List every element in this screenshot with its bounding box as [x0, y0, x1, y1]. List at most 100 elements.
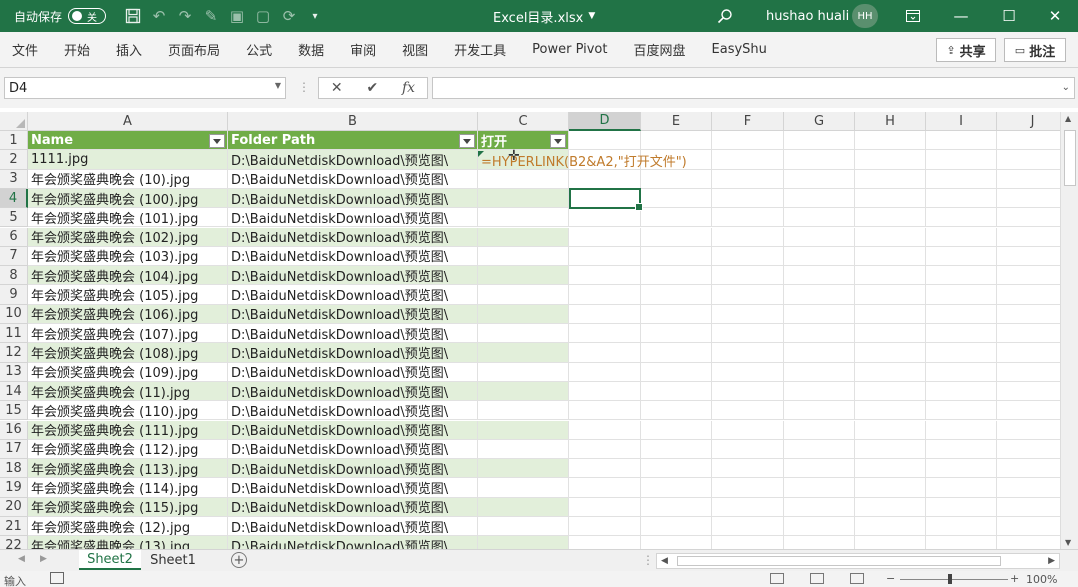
grid-cell[interactable] [569, 169, 641, 189]
grid-cell[interactable] [855, 536, 926, 549]
row-header[interactable]: 18 [0, 459, 28, 479]
grid-cell[interactable] [641, 497, 712, 517]
add-sheet-icon[interactable]: + [231, 552, 247, 568]
grid-cell[interactable] [997, 131, 1060, 151]
table-cell-open[interactable] [478, 188, 569, 209]
grid-cell[interactable] [855, 169, 926, 189]
sheet-tab-sheet2[interactable]: Sheet2 [79, 550, 141, 570]
column-header-d[interactable]: D [569, 112, 641, 131]
row-header[interactable]: 4 [0, 188, 28, 209]
grid-cell[interactable] [855, 439, 926, 460]
grid-cell[interactable] [855, 362, 926, 382]
grid-cell[interactable] [997, 247, 1060, 267]
grid-cell[interactable] [855, 324, 926, 344]
row-header[interactable]: 2 [0, 150, 28, 170]
tab-power-pivot[interactable]: Power Pivot [519, 32, 620, 68]
grid-cell[interactable] [997, 324, 1060, 344]
grid-cell[interactable] [784, 266, 855, 286]
grid-cell[interactable] [997, 536, 1060, 549]
macro-record-icon[interactable] [50, 572, 64, 584]
table-cell-name[interactable]: 1111.jpg [28, 150, 228, 170]
row-header[interactable]: 21 [0, 517, 28, 537]
grid-cell[interactable] [712, 266, 784, 286]
grid-cell[interactable] [997, 440, 1060, 460]
row-header[interactable]: 6 [0, 227, 28, 247]
grid-cell[interactable] [641, 517, 712, 537]
grid-cell[interactable] [641, 439, 712, 460]
grid-cell[interactable] [997, 266, 1060, 286]
table-cell-name[interactable]: 年会颁奖盛典晚会 (112).jpg [28, 439, 228, 460]
zoom-in-icon[interactable]: + [1010, 572, 1019, 585]
close-icon[interactable]: ✕ [1032, 0, 1078, 32]
grid-cell[interactable] [641, 169, 712, 189]
horizontal-scrollbar[interactable]: ◀ ▶ [656, 553, 1060, 569]
page-layout-view-icon[interactable] [810, 573, 824, 584]
zoom-out-icon[interactable]: − [886, 572, 895, 585]
row-header[interactable]: 8 [0, 266, 28, 286]
row-header[interactable]: 11 [0, 324, 28, 344]
column-header-b[interactable]: B [228, 112, 478, 131]
grid-cell[interactable] [784, 343, 855, 363]
tab-data[interactable]: 数据 [285, 32, 337, 68]
grid-cell[interactable] [712, 131, 784, 151]
row-header[interactable]: 16 [0, 420, 28, 440]
table-cell-path[interactable]: D:\BaiduNetdiskDownload\预览图\ [228, 227, 478, 247]
grid-cell[interactable] [712, 188, 784, 209]
row-header[interactable]: 22 [0, 536, 28, 549]
grid-cell[interactable] [712, 439, 784, 460]
grid-cell[interactable] [855, 246, 926, 267]
table-cell-name[interactable]: 年会颁奖盛典晚会 (10).jpg [28, 169, 228, 189]
row-header[interactable]: 1 [0, 131, 28, 151]
grid-cell[interactable] [997, 208, 1060, 228]
table-cell-name[interactable]: 年会颁奖盛典晚会 (111).jpg [28, 420, 228, 440]
maximize-icon[interactable]: ☐ [986, 0, 1032, 32]
tab-page-layout[interactable]: 页面布局 [155, 32, 233, 68]
row-header[interactable]: 20 [0, 497, 28, 517]
table-cell-open[interactable] [478, 227, 569, 247]
grid-cell[interactable] [641, 304, 712, 324]
grid-cell[interactable] [855, 478, 926, 498]
grid-cell[interactable] [784, 381, 855, 402]
table-cell-open[interactable] [478, 420, 569, 440]
ribbon-display-options-icon[interactable] [890, 0, 936, 32]
table-cell-path[interactable]: D:\BaiduNetdiskDownload\预览图\ [228, 362, 478, 382]
grid-cell[interactable] [712, 362, 784, 382]
row-header[interactable]: 3 [0, 169, 28, 189]
sheet-tab-sheet1[interactable]: Sheet1 [143, 550, 203, 570]
table-cell-path[interactable]: D:\BaiduNetdiskDownload\预览图\ [228, 324, 478, 344]
table-cell-path[interactable]: D:\BaiduNetdiskDownload\预览图\ [228, 459, 478, 479]
sheet-next-icon[interactable]: ▶ [40, 554, 47, 564]
row-header[interactable]: 10 [0, 304, 28, 324]
grid-cell[interactable] [712, 478, 784, 498]
grid-cell[interactable] [855, 188, 926, 209]
grid-cell[interactable] [569, 497, 641, 517]
grid-cell[interactable] [784, 150, 855, 170]
table-cell-path[interactable]: D:\BaiduNetdiskDownload\预览图\ [228, 246, 478, 267]
redo-icon[interactable]: ↷ [172, 5, 198, 27]
grid-cell[interactable] [784, 420, 855, 440]
table-cell-name[interactable]: 年会颁奖盛典晚会 (106).jpg [28, 304, 228, 324]
grid-cell[interactable] [569, 362, 641, 382]
grid-cell[interactable] [569, 285, 641, 305]
grid-cell[interactable] [784, 169, 855, 189]
tab-formulas[interactable]: 公式 [233, 32, 285, 68]
grid-cell[interactable] [569, 536, 641, 549]
grid-cell[interactable] [712, 497, 784, 517]
filter-dropdown-icon[interactable] [459, 134, 475, 148]
grid-cell[interactable] [784, 439, 855, 460]
zoom-slider[interactable] [900, 579, 1008, 580]
scroll-up-icon[interactable]: ▲ [1065, 114, 1071, 123]
table-cell-open[interactable] [478, 285, 569, 305]
row-header[interactable]: 17 [0, 439, 28, 460]
grid-cell[interactable] [712, 227, 784, 247]
grid-cell[interactable] [784, 517, 855, 537]
grid-cell[interactable] [641, 420, 712, 440]
grid-cell[interactable] [997, 498, 1060, 517]
format-painter-icon[interactable]: ✎ [198, 5, 224, 27]
grid-cell[interactable] [784, 188, 855, 209]
grid-cell[interactable] [784, 246, 855, 267]
table-cell-name[interactable]: 年会颁奖盛典晚会 (12).jpg [28, 517, 228, 537]
table-cell-open[interactable] [478, 381, 569, 402]
grid-cell[interactable] [641, 227, 712, 247]
grid-cell[interactable] [569, 131, 641, 151]
